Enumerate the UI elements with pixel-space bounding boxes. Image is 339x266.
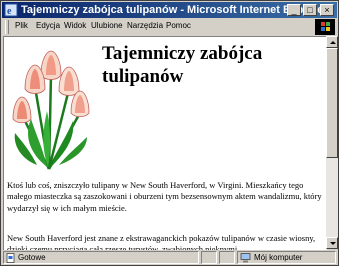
tulip-bouquet-image (12, 50, 90, 170)
menu-item-edycja[interactable]: Edycja (36, 21, 60, 30)
tulip-top (40, 50, 62, 80)
close-icon: × (324, 5, 330, 15)
close-button[interactable]: × (320, 4, 334, 16)
menu-grip (5, 20, 9, 34)
arrow-down-icon (330, 242, 336, 245)
scroll-down-button[interactable] (326, 237, 338, 249)
paragraph-1: Ktoś lub coś, zniszczyło tulipany w New … (7, 180, 322, 213)
menu-item-narzedzia[interactable]: Narzędzia (127, 21, 163, 30)
tulip-far-left (12, 96, 32, 124)
windows-logo-icon (315, 19, 335, 35)
menu-bar: Plik Edycja Widok Ulubione Narzędzia Pom… (2, 18, 337, 36)
status-panel-zone: Mój komputer (237, 251, 336, 264)
status-panel-main: Gotowe (3, 251, 199, 264)
page-viewport[interactable]: Tajemniczy zabójca tulipanów Ktoś lub co… (3, 36, 327, 250)
title-bar[interactable]: e Tajemniczy zabójca tulipanów - Microso… (2, 2, 337, 18)
scroll-thumb[interactable] (326, 48, 338, 158)
status-panel-empty-2 (219, 251, 235, 264)
status-panel-empty-1 (201, 251, 217, 264)
browser-window: e Tajemniczy zabójca tulipanów - Microso… (0, 0, 339, 266)
arrow-up-icon (330, 41, 336, 44)
svg-text:e: e (7, 6, 12, 17)
scroll-up-button[interactable] (326, 36, 338, 48)
menu-item-widok[interactable]: Widok (64, 21, 86, 30)
tulip-right (58, 66, 80, 96)
minimize-button[interactable]: _ (287, 4, 301, 16)
zone-text: Mój komputer (254, 253, 303, 262)
internet-explorer-icon: e (4, 3, 18, 17)
menu-item-plik[interactable]: Plik (15, 21, 28, 30)
status-bar: Gotowe Mój komputer (2, 250, 337, 265)
paragraph-2: New South Haverford jest znane z ekstraw… (7, 233, 316, 250)
menu-item-ulubione[interactable]: Ulubione (91, 21, 123, 30)
menu-item-pomoc[interactable]: Pomoc (166, 21, 191, 30)
vertical-scrollbar[interactable] (326, 36, 338, 249)
window-title: Tajemniczy zabójca tulipanów - Microsoft… (21, 4, 328, 16)
maximize-icon: □ (307, 5, 313, 15)
maximize-button[interactable]: □ (303, 4, 317, 16)
status-text: Gotowe (18, 253, 46, 262)
my-computer-icon (240, 253, 251, 263)
page-done-icon (6, 253, 15, 263)
page-heading: Tajemniczy zabójca tulipanów (102, 43, 263, 87)
minimize-icon: _ (291, 5, 297, 15)
